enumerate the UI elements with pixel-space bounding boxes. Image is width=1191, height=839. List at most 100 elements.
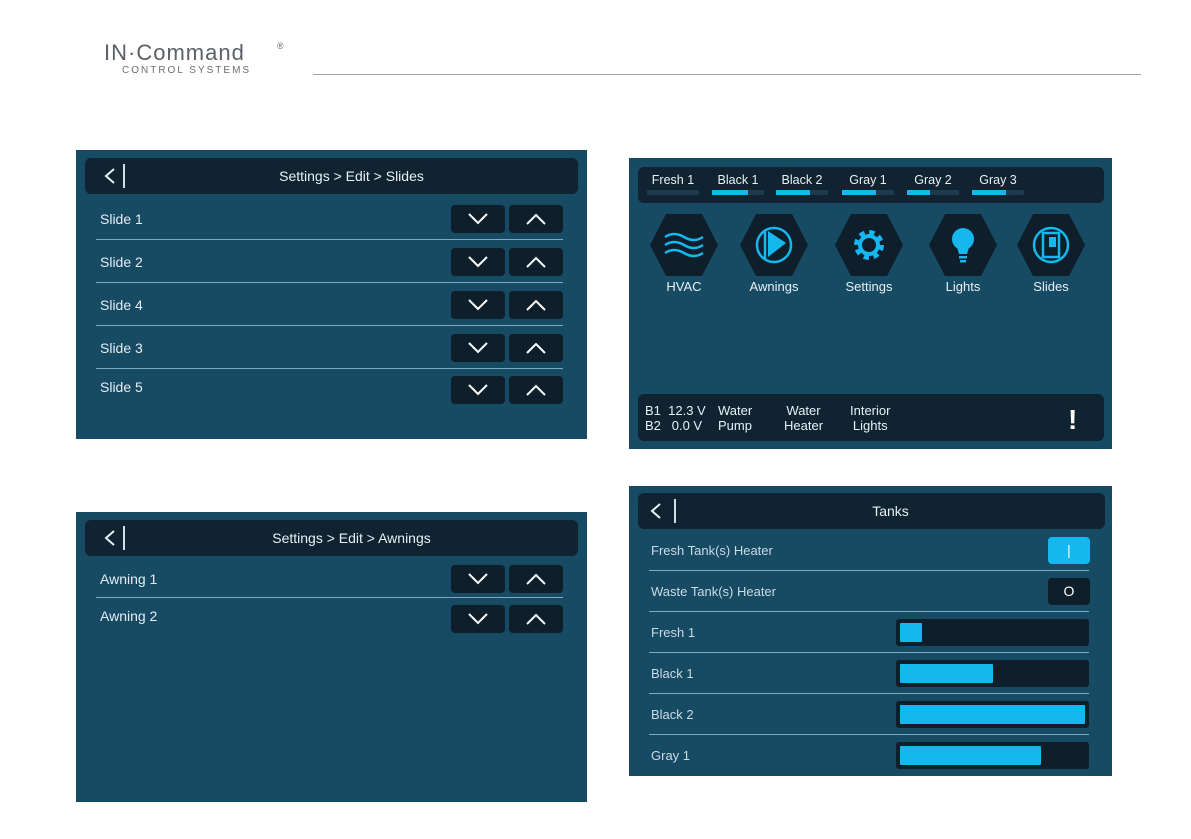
slide-row-label: Slide 2 <box>100 254 143 270</box>
retract-button[interactable] <box>451 605 505 633</box>
water-pump-button[interactable]: Water Pump <box>718 403 752 433</box>
awning-row-label: Awning 2 <box>100 608 158 624</box>
extend-button[interactable] <box>509 605 563 633</box>
back-button[interactable] <box>95 523 125 553</box>
row-divider <box>96 239 563 240</box>
settings-tile[interactable]: Settings <box>834 213 904 353</box>
chevron-left-icon <box>104 168 115 184</box>
fresh-heater-label: Fresh Tank(s) Heater <box>651 543 773 558</box>
retract-button[interactable] <box>451 376 505 404</box>
awning-row-label: Awning 1 <box>100 571 158 587</box>
extend-button[interactable] <box>509 565 563 593</box>
chevron-up-icon <box>526 613 546 625</box>
tank-level-bar <box>896 742 1089 769</box>
chevron-left-icon <box>104 530 115 546</box>
lightbulb-icon <box>929 214 997 276</box>
home-screen: Fresh 1 Black 1 Black 2 Gray 1 Gray 2 Gr… <box>629 158 1112 449</box>
water-pump-line-1: Water <box>718 403 753 418</box>
slides-tile[interactable]: Slides <box>1016 213 1086 353</box>
interior-lights-line-1: Interior <box>850 403 891 418</box>
tanks-title-bar: Tanks <box>638 493 1105 529</box>
tank-label: Gray 3 <box>979 173 1017 187</box>
tank-level-track <box>907 190 959 195</box>
tank-level-fill <box>842 190 876 195</box>
brand-name: IN·Command <box>104 40 245 65</box>
extend-button[interactable] <box>509 376 563 404</box>
awnings-settings-screen: Settings > Edit > Awnings Awning 1 Awnin… <box>76 512 587 802</box>
tank-label: Gray 2 <box>914 173 952 187</box>
battery-readout: B1 12.3 V B2 0.0 V <box>645 403 706 433</box>
chevron-up-icon <box>526 384 546 396</box>
chevron-up-icon <box>526 299 546 311</box>
water-heater-line-2: Heater <box>784 418 824 433</box>
slide-row-label: Slide 5 <box>100 379 143 395</box>
tank-level-bar <box>896 619 1089 646</box>
tank-label: Gray 1 <box>849 173 887 187</box>
header-divider <box>313 74 1141 75</box>
extend-button[interactable] <box>509 248 563 276</box>
awning-icon <box>740 214 808 276</box>
brand-logo: IN·Command ® CONTROL SYSTEMS <box>104 40 294 80</box>
registered-mark: ® <box>277 41 284 51</box>
tank-level-bar <box>896 660 1089 687</box>
fresh-heater-toggle[interactable]: | <box>1048 537 1090 564</box>
tank-level-track <box>776 190 828 195</box>
toggle-off-indicator: O <box>1063 583 1075 599</box>
tank-level-fill <box>712 190 749 195</box>
chevron-up-icon <box>526 256 546 268</box>
page-title: Tanks <box>872 503 909 519</box>
waste-heater-toggle[interactable]: O <box>1048 578 1090 605</box>
awnings-tile[interactable]: Awnings <box>739 213 809 353</box>
chevron-down-icon <box>468 342 488 354</box>
toggle-on-indicator: | <box>1067 542 1071 558</box>
retract-button[interactable] <box>451 334 505 362</box>
chevron-up-icon <box>526 573 546 585</box>
extend-button[interactable] <box>509 334 563 362</box>
tank-level-fill <box>900 746 1041 765</box>
tank-label: Fresh 1 <box>651 625 696 640</box>
extend-button[interactable] <box>509 205 563 233</box>
row-divider <box>649 652 1089 653</box>
tank-label: Gray 1 <box>651 748 691 763</box>
hvac-label: HVAC <box>666 279 702 294</box>
water-pump-line-2: Pump <box>718 418 752 433</box>
retract-button[interactable] <box>451 291 505 319</box>
extend-button[interactable] <box>509 291 563 319</box>
retract-button[interactable] <box>451 205 505 233</box>
page-title: Settings > Edit > Awnings <box>272 530 431 546</box>
tank-level-fill <box>900 623 922 642</box>
chevron-up-icon <box>526 342 546 354</box>
tank-label: Black 2 <box>651 707 694 722</box>
back-button[interactable] <box>641 496 671 526</box>
water-heater-button[interactable]: Water Heater <box>784 403 823 433</box>
tank-level-bar <box>896 701 1089 728</box>
row-divider <box>649 611 1089 612</box>
lights-tile[interactable]: Lights <box>928 213 998 353</box>
tank-fresh-1[interactable]: Fresh 1 <box>647 167 699 203</box>
interior-lights-button[interactable]: Interior Lights <box>850 403 890 433</box>
tank-gray-3[interactable]: Gray 3 <box>972 167 1024 203</box>
hvac-tile[interactable]: HVAC <box>649 213 719 353</box>
tank-gray-1[interactable]: Gray 1 <box>842 167 894 203</box>
tank-level-track <box>972 190 1024 195</box>
row-divider <box>96 597 563 598</box>
tank-black-1[interactable]: Black 1 <box>712 167 764 203</box>
tank-label: Fresh 1 <box>651 173 695 187</box>
tank-level-track <box>842 190 894 195</box>
tank-black-2[interactable]: Black 2 <box>776 167 828 203</box>
tank-level-track <box>647 190 699 195</box>
battery-2-voltage: 0.0 V <box>671 418 703 433</box>
back-button[interactable] <box>95 161 125 191</box>
tank-label: Black 1 <box>651 666 694 681</box>
tank-gray-2[interactable]: Gray 2 <box>907 167 959 203</box>
tanks-screen: Tanks Fresh Tank(s) Heater | Waste Tank(… <box>629 486 1112 776</box>
slide-row-label: Slide 1 <box>100 211 143 227</box>
retract-button[interactable] <box>451 248 505 276</box>
lights-label: Lights <box>945 279 981 294</box>
awnings-title-bar: Settings > Edit > Awnings <box>85 520 578 556</box>
alert-icon[interactable]: ! <box>1068 404 1077 436</box>
waste-heater-label: Waste Tank(s) Heater <box>651 584 776 599</box>
retract-button[interactable] <box>451 565 505 593</box>
slides-title-bar: Settings > Edit > Slides <box>85 158 578 194</box>
row-divider <box>649 693 1089 694</box>
